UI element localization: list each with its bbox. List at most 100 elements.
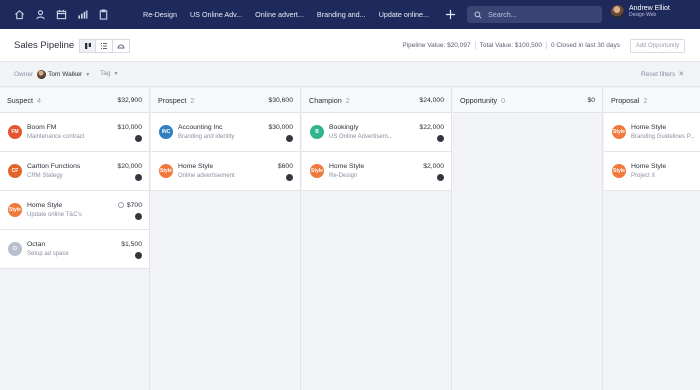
pipeline-stats: Pipeline Value: $20,097 Total Value: $10…	[398, 42, 624, 49]
column-prospect: Prospect 2 $30,600 INC Accounting Inc Br…	[151, 88, 301, 390]
card-amount: $22,000	[419, 124, 444, 131]
opportunity-card[interactable]: Style Home Style Online advertisement $6…	[151, 152, 300, 191]
column-total: $30,600	[268, 96, 293, 104]
user-menu[interactable]: Andrew Elliot Design Web	[611, 5, 670, 18]
opportunity-card[interactable]: O Octan Setup ad space $1,500	[0, 230, 149, 269]
column-count: 4	[36, 95, 41, 105]
opportunity-card[interactable]: Style Home Style Re-Design $2,000	[302, 152, 451, 191]
tab-online-advert[interactable]: Online advert...	[249, 0, 311, 29]
card-subtitle: Maintenance contract	[27, 134, 85, 140]
chevron-down-icon: ▼	[85, 71, 91, 78]
opportunity-card[interactable]: Style Home Style Project X	[604, 152, 700, 191]
gauge-icon	[117, 37, 125, 55]
calendar-icon[interactable]	[51, 0, 72, 29]
avatar	[611, 5, 624, 18]
tab-branding[interactable]: Branding and...	[311, 0, 373, 29]
owner-avatar	[286, 174, 293, 181]
column-header: Prospect 2 $30,600	[151, 88, 300, 113]
owner-avatar	[286, 135, 293, 142]
owner-avatar	[135, 213, 142, 220]
tab-us-online-adv[interactable]: US Online Adv...	[184, 0, 249, 29]
home-icon[interactable]	[9, 0, 30, 29]
company-logo-icon: CF	[8, 164, 22, 178]
card-subtitle: Re-Design	[329, 173, 358, 179]
card-title: Boom FM	[27, 124, 57, 131]
card-amount: $30,000	[268, 124, 293, 131]
person-icon[interactable]	[30, 0, 51, 29]
column-total: $24,000	[419, 96, 444, 104]
column-champion: Champion 2 $24,000 B Bookingly US Online…	[302, 88, 452, 390]
card-subtitle: US Online Advertisem...	[329, 134, 393, 140]
card-title: Home Style	[329, 163, 365, 170]
owner-avatar	[437, 135, 444, 142]
opportunity-card[interactable]: CF Carlton Functions CRM Stategy $20,000	[0, 152, 149, 191]
filter-bar: Owner Tom Walker ▼ Tag ▼ Reset filters ✕	[0, 63, 700, 87]
opportunity-card[interactable]: B Bookingly US Online Advertisem... $22,…	[302, 113, 451, 152]
pipeline-value: Pipeline Value: $20,097	[398, 42, 476, 49]
top-navigation-bar: Re-Design US Online Adv... Online advert…	[0, 0, 700, 29]
tag-label: Tag	[100, 70, 111, 77]
column-opportunity: Opportunity 0 $0	[453, 88, 603, 390]
card-title: Bookingly	[329, 124, 359, 131]
page-title: Sales Pipeline	[14, 40, 75, 51]
list-view-button[interactable]	[96, 39, 113, 53]
card-title: Home Style	[178, 163, 214, 170]
opportunity-card[interactable]: Style Home Style Update online T&C's $70…	[0, 191, 149, 230]
card-subtitle: Setup ad space	[27, 251, 69, 257]
tag-filter[interactable]: Tag ▼	[100, 70, 118, 77]
column-count: 2	[190, 95, 195, 105]
card-subtitle: Project X	[631, 173, 656, 179]
card-amount: $2,000	[423, 163, 444, 170]
bar-chart-icon[interactable]	[72, 0, 93, 29]
card-title: Accounting Inc	[178, 124, 223, 131]
card-subtitle: Online advertisement	[178, 173, 235, 179]
user-name: Andrew Elliot	[629, 5, 670, 12]
card-subtitle: Branding and identity	[178, 134, 235, 140]
column-header: Champion 2 $24,000	[302, 88, 451, 113]
column-count: 0	[501, 95, 506, 105]
column-count: 2	[345, 95, 350, 105]
tab-redesign[interactable]: Re-Design	[137, 0, 184, 29]
column-title: Champion	[309, 95, 342, 105]
opportunity-card[interactable]: Style Home Style Branding Guidelines P..…	[604, 113, 700, 152]
opportunity-card[interactable]: INC Accounting Inc Branding and identity…	[151, 113, 300, 152]
search-input[interactable]	[488, 10, 598, 19]
card-amount: $700	[126, 202, 142, 209]
company-logo-icon: Style	[159, 164, 173, 178]
pipeline-board: Suspect 4 $32,900 FM Boom FM Maintenance…	[0, 88, 700, 390]
opportunity-card[interactable]: FM Boom FM Maintenance contract $10,000	[0, 113, 149, 152]
column-title: Prospect	[158, 95, 187, 105]
reset-filters-button[interactable]: Reset filters ✕	[641, 70, 684, 79]
plus-icon[interactable]	[444, 8, 457, 21]
company-logo-icon: B	[310, 125, 324, 139]
card-subtitle: Branding Guidelines P...	[631, 134, 695, 140]
forecast-view-button[interactable]	[113, 39, 130, 53]
card-amount: $20,000	[117, 163, 142, 170]
column-title: Proposal	[611, 95, 640, 105]
status-circle-icon[interactable]	[118, 202, 124, 208]
search-box[interactable]	[467, 6, 602, 23]
search-icon	[474, 6, 482, 24]
column-proposal: Proposal 2 Style Home Style Branding Gui…	[604, 88, 700, 390]
board-view-button[interactable]	[79, 39, 96, 53]
owner-avatar	[37, 70, 47, 79]
chevron-down-icon: ▼	[113, 70, 119, 77]
user-info: Andrew Elliot Design Web	[629, 5, 670, 18]
company-logo-icon: FM	[8, 125, 22, 139]
column-header: Proposal 2	[604, 88, 700, 113]
view-toggle	[79, 39, 130, 53]
column-total: $32,900	[117, 96, 142, 104]
add-opportunity-button[interactable]: Add Opportunity	[630, 39, 685, 53]
owner-avatar	[135, 135, 142, 142]
column-title: Suspect	[7, 95, 33, 105]
column-total: $0	[587, 96, 595, 104]
card-title: Home Style	[631, 163, 667, 170]
card-subtitle: Update online T&C's	[27, 212, 82, 218]
company-logo-icon: Style	[8, 203, 22, 217]
tab-update-online[interactable]: Update online...	[373, 0, 436, 29]
owner-name: Tom Walker	[48, 71, 83, 78]
open-tabs: Re-Design US Online Adv... Online advert…	[137, 0, 436, 29]
column-title: Opportunity	[460, 95, 498, 105]
clipboard-icon[interactable]	[93, 0, 114, 29]
owner-filter[interactable]: Owner Tom Walker ▼	[14, 70, 90, 79]
